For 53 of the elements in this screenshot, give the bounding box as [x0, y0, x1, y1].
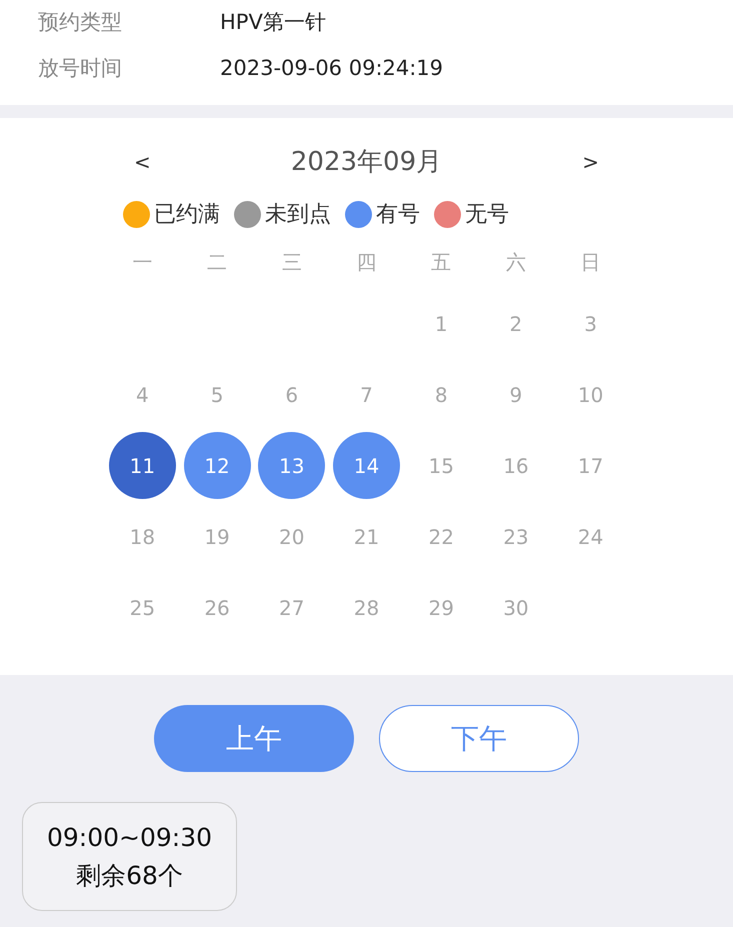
slot-remaining: 剩余68个 [76, 860, 183, 892]
legend-label: 有号 [376, 200, 420, 228]
calendar-day[interactable]: 30 [482, 574, 550, 641]
calendar-day[interactable]: 6 [258, 361, 326, 428]
calendar-day[interactable]: 10 [557, 361, 624, 428]
calendar-day[interactable]: 12 [184, 432, 251, 499]
legend-label: 无号 [465, 200, 509, 228]
calendar-day[interactable]: 5 [184, 361, 251, 428]
calendar-day[interactable]: 27 [258, 574, 326, 641]
calendar-day[interactable]: 24 [557, 503, 624, 570]
calendar-day[interactable]: 3 [557, 290, 624, 357]
calendar-day[interactable]: 18 [108, 503, 176, 570]
calendar-day[interactable]: 17 [557, 432, 624, 499]
weekday-label: 一 [131, 249, 154, 276]
calendar-day[interactable]: 11 [108, 432, 176, 499]
weekday-label: 日 [580, 249, 602, 276]
weekday-label: 四 [355, 249, 378, 276]
calendar-day[interactable]: 15 [408, 432, 475, 499]
weekday-label: 五 [430, 249, 452, 276]
calendar-day[interactable]: 25 [108, 574, 176, 641]
month-title: 2023年09月 [290, 146, 442, 178]
calendar-day[interactable]: 2 [482, 290, 550, 357]
time-slot-card[interactable]: 09:00~09:30 剩余68个 [22, 802, 237, 911]
calendar-day[interactable]: 13 [258, 432, 326, 499]
next-month-button[interactable]: > [578, 147, 603, 177]
prev-month-button[interactable]: < [130, 147, 155, 177]
calendar-day[interactable]: 14 [332, 432, 400, 499]
calendar-day[interactable]: 22 [408, 503, 475, 570]
calendar-day[interactable]: 16 [482, 432, 550, 499]
calendar-day[interactable]: 21 [332, 503, 400, 570]
calendar-day[interactable]: 19 [184, 503, 251, 570]
calendar-day[interactable]: 7 [332, 361, 400, 428]
calendar-day[interactable]: 29 [408, 574, 475, 641]
weekday-label: 三 [280, 249, 303, 276]
calendar-day[interactable]: 8 [408, 361, 475, 428]
field-label: 预约类型 [38, 9, 123, 36]
field-value: 2023-09-06 09:24:19 [220, 55, 444, 82]
calendar-day[interactable]: 20 [258, 503, 326, 570]
field-label: 放号时间 [38, 55, 123, 82]
period-tab[interactable]: 上午 [154, 705, 354, 772]
calendar-day[interactable]: 26 [184, 574, 251, 641]
calendar-day[interactable]: 23 [482, 503, 550, 570]
calendar-day[interactable]: 1 [408, 290, 475, 357]
period-tab[interactable]: 下午 [379, 705, 579, 772]
legend-label: 未到点 [265, 200, 331, 228]
legend-label: 已约满 [154, 200, 220, 228]
weekday-label: 六 [504, 249, 527, 276]
slot-time: 09:00~09:30 [46, 822, 212, 854]
calendar-day[interactable]: 9 [482, 361, 550, 428]
weekday-label: 二 [206, 249, 228, 276]
calendar-day[interactable]: 4 [108, 361, 176, 428]
calendar-day[interactable]: 28 [332, 574, 400, 641]
field-value: HPV第一针 [220, 9, 326, 36]
